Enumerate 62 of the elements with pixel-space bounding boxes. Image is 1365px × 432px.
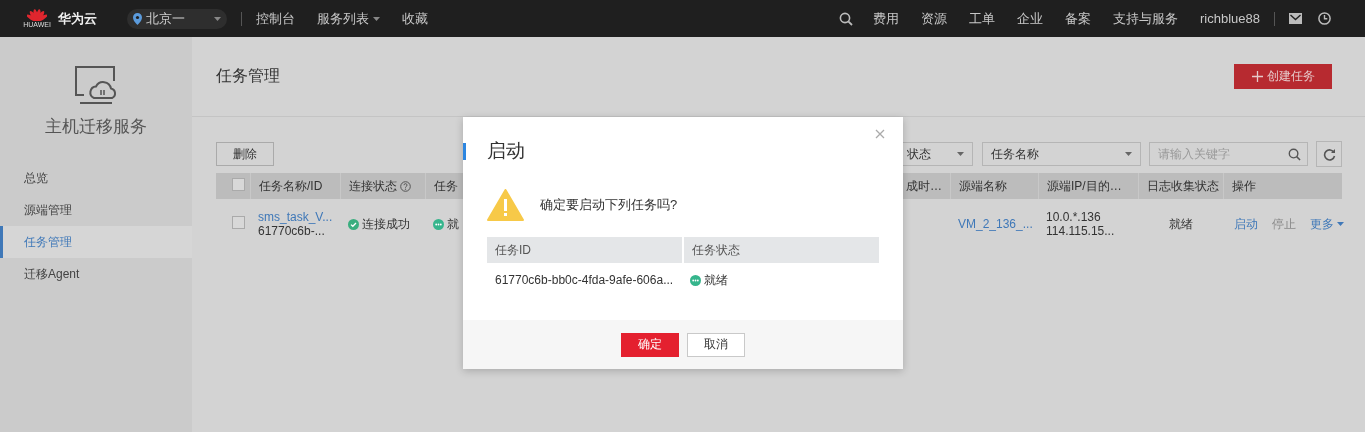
dots-circle-icon <box>433 218 444 230</box>
region-selector[interactable]: 北京一 <box>127 8 227 29</box>
task-status: 就 <box>447 217 459 231</box>
column-header: 任务ID <box>494 241 532 259</box>
column-header: 任务状态 <box>682 237 879 263</box>
task-id: 61770c6b-... <box>258 224 326 238</box>
task-status: 就绪 <box>704 273 728 287</box>
caret-icon <box>1337 222 1344 226</box>
column-header: 日志收集状态 <box>1138 173 1223 199</box>
column-header: 操作 <box>1223 173 1342 199</box>
confirm-button[interactable]: 确定 <box>621 332 679 357</box>
mail-icon[interactable] <box>1289 13 1302 24</box>
search-icon[interactable] <box>1288 148 1301 161</box>
ip-address: 10.0.*.136 <box>1046 210 1102 224</box>
dots-circle-icon <box>690 274 701 286</box>
ip-address: 114.115.15... <box>1046 224 1116 238</box>
nav-link[interactable]: 支持与服务 <box>1113 9 1178 28</box>
check-circle-icon <box>348 218 359 230</box>
search-icon[interactable] <box>839 11 853 26</box>
task-id: 61770c6b-bb0c-4fda-9afe-606a... <box>494 273 675 287</box>
cancel-button[interactable]: 取消 <box>687 332 745 357</box>
nav-link[interactable]: 备案 <box>1065 9 1091 28</box>
nav-link[interactable]: 控制台 <box>256 9 295 28</box>
refresh-icon <box>1322 147 1336 161</box>
help-icon[interactable] <box>400 180 411 192</box>
user-name[interactable]: richblue88 <box>1200 11 1260 26</box>
nav-link[interactable]: 费用 <box>873 9 899 28</box>
checkbox[interactable] <box>232 216 245 229</box>
nav-link[interactable]: 企业 <box>1017 9 1043 28</box>
column-header: 任务名称/ID <box>250 173 340 199</box>
caret-icon <box>1125 152 1132 156</box>
create-task-button[interactable]: 创建任务 <box>1234 64 1332 89</box>
checkbox[interactable] <box>232 178 245 191</box>
location-pin-icon <box>133 12 142 25</box>
refresh-button[interactable] <box>1316 141 1342 167</box>
clock-icon[interactable] <box>1318 12 1331 25</box>
sidebar-item[interactable]: 迁移Agent <box>0 258 192 290</box>
filter-dropdown[interactable]: 任务名称 <box>982 142 1141 166</box>
column-header: 源端名称 <box>950 173 1038 199</box>
sidebar-item[interactable]: 总览 <box>0 162 192 194</box>
plus-icon <box>1251 71 1263 82</box>
caret-icon <box>214 16 221 21</box>
column-header: 源端IP/目的… <box>1038 173 1138 199</box>
sidebar-item[interactable]: 源端管理 <box>0 194 192 226</box>
dialog-title: 启动 <box>487 139 525 163</box>
nav-link[interactable]: 收藏 <box>402 9 428 28</box>
nav-link[interactable]: 服务列表 <box>317 9 380 28</box>
caret-icon <box>373 16 380 21</box>
nav-link[interactable]: 工单 <box>969 9 995 28</box>
page-title: 任务管理 <box>216 66 280 86</box>
column-header: 连接状态 <box>340 173 425 199</box>
caret-icon <box>957 152 964 156</box>
log-status: 就绪 <box>1168 217 1193 231</box>
confirm-message: 确定要启动下列任务吗? <box>540 196 678 214</box>
warning-icon <box>487 189 524 221</box>
delete-button[interactable]: 删除 <box>216 142 274 166</box>
service-title: 主机迁移服务 <box>45 116 147 138</box>
petal-logo-icon <box>27 8 47 21</box>
nav-link[interactable]: 资源 <box>921 9 947 28</box>
brand-name: 华为云 <box>58 9 97 28</box>
cloud-monitor-icon <box>74 65 118 105</box>
connection-status: 连接成功 <box>362 217 410 231</box>
